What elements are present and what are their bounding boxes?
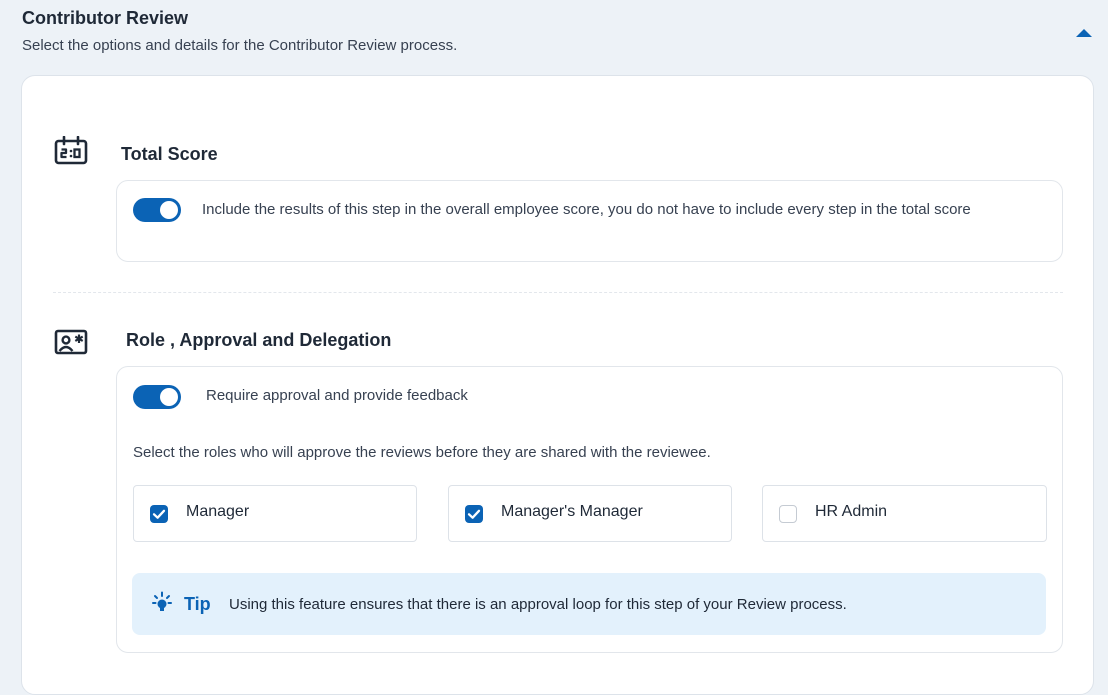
lightbulb-icon bbox=[152, 591, 172, 611]
total-score-box: Include the results of this step in the … bbox=[116, 180, 1063, 262]
toggle-knob bbox=[160, 388, 178, 406]
collapse-button[interactable] bbox=[1072, 24, 1096, 40]
checkmark-icon bbox=[152, 509, 166, 519]
chevron-up-icon bbox=[1076, 29, 1092, 37]
role-label: Manager bbox=[186, 503, 250, 520]
toggle-knob bbox=[160, 201, 178, 219]
checkbox-checked[interactable] bbox=[465, 505, 483, 523]
section-title: Contributor Review bbox=[22, 8, 189, 28]
approval-box: Require approval and provide feedback Se… bbox=[116, 366, 1063, 653]
require-approval-toggle[interactable] bbox=[133, 385, 181, 409]
role-label: Manager's Manager bbox=[501, 503, 643, 520]
settings-card: Total Score Include the results of this … bbox=[21, 75, 1094, 695]
section-subtitle: Select the options and details for the C… bbox=[22, 37, 458, 54]
tip-text: Using this feature ensures that there is… bbox=[229, 596, 847, 613]
approval-title: Role , Approval and Delegation bbox=[126, 330, 392, 350]
profile-card-icon bbox=[54, 329, 88, 355]
checkbox-unchecked[interactable] bbox=[779, 505, 797, 523]
checkbox-checked[interactable] bbox=[150, 505, 168, 523]
role-label: HR Admin bbox=[815, 503, 888, 520]
roles-instructions: Select the roles who will approve the re… bbox=[133, 444, 711, 461]
section-divider bbox=[53, 292, 1063, 293]
require-approval-label: Require approval and provide feedback bbox=[206, 387, 468, 404]
total-score-description: Include the results of this step in the … bbox=[202, 201, 971, 218]
role-option-hr-admin[interactable]: HR Admin bbox=[762, 485, 1047, 542]
tip-banner: Tip Using this feature ensures that ther… bbox=[132, 573, 1046, 635]
total-score-title: Total Score bbox=[121, 144, 218, 164]
role-option-managers-manager[interactable]: Manager's Manager bbox=[448, 485, 732, 542]
total-score-toggle[interactable] bbox=[133, 198, 181, 222]
scoreboard-icon bbox=[54, 136, 88, 165]
role-option-manager[interactable]: Manager bbox=[133, 485, 417, 542]
tip-label: Tip bbox=[184, 594, 211, 614]
checkmark-icon bbox=[467, 509, 481, 519]
